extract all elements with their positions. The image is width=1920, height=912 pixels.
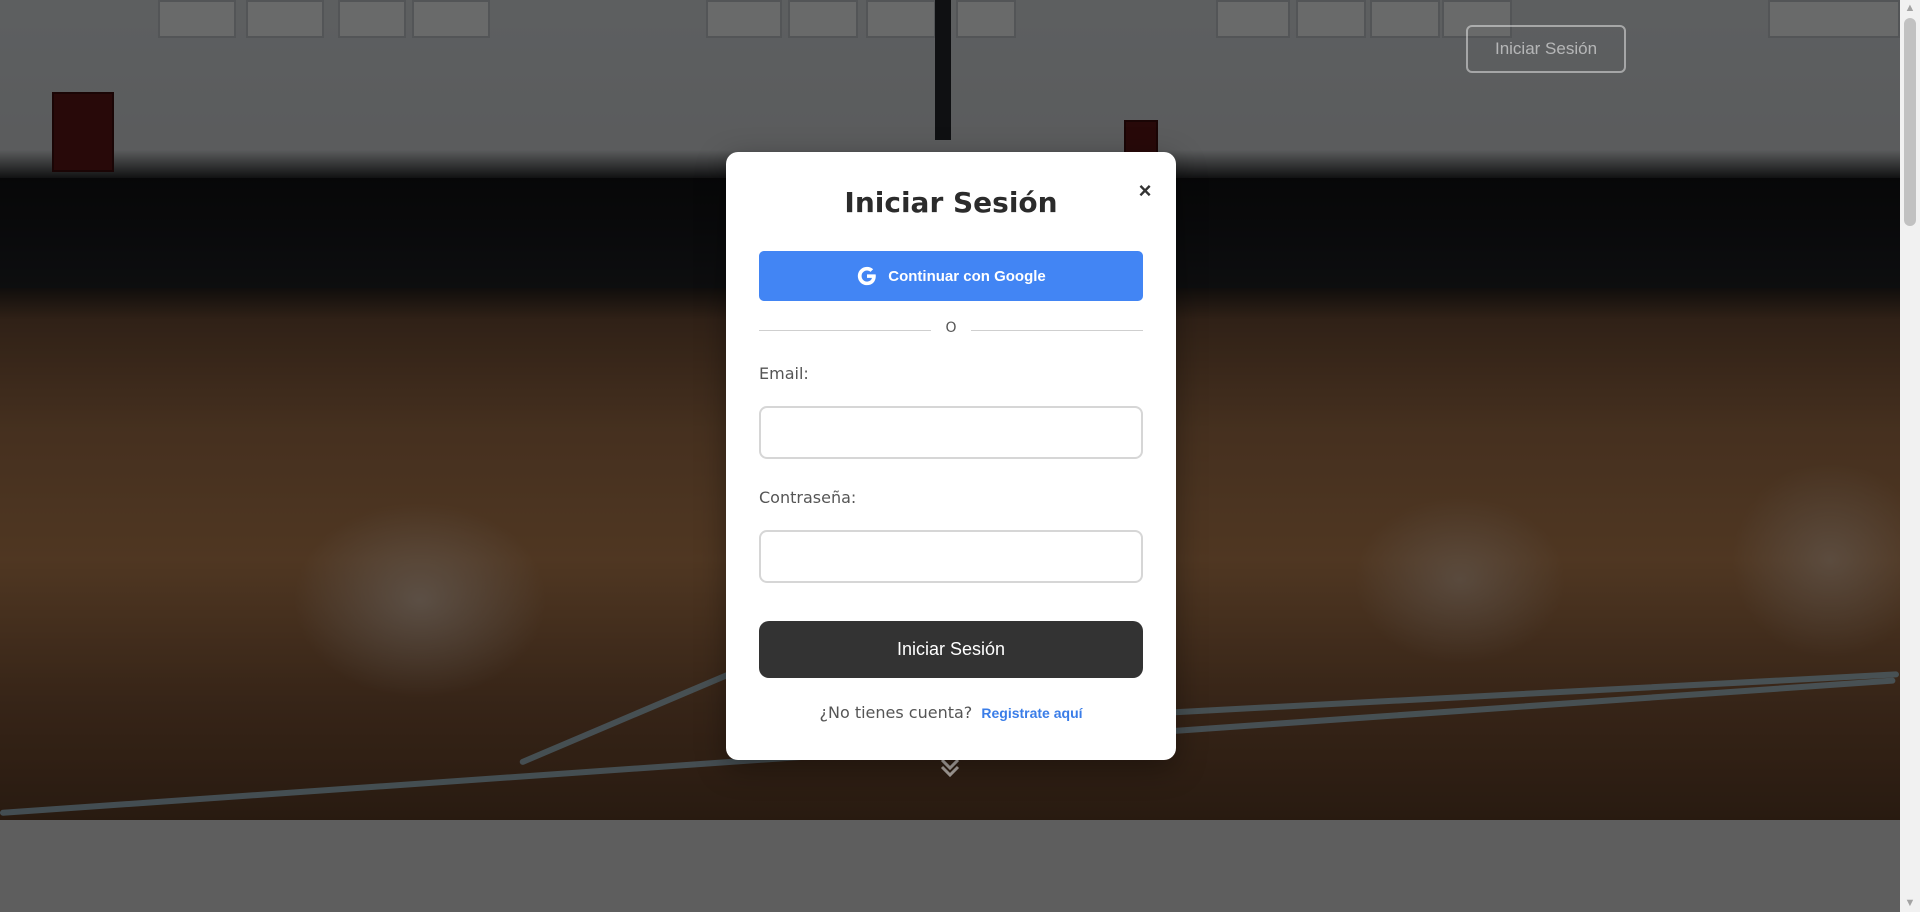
- scrollbar[interactable]: ▲ ▼: [1900, 0, 1920, 912]
- register-link[interactable]: Registrate aquí: [981, 705, 1082, 721]
- google-icon: [856, 265, 878, 287]
- header-login-button[interactable]: Iniciar Sesión: [1466, 25, 1626, 73]
- scrollbar-thumb[interactable]: [1904, 18, 1916, 226]
- divider-line: [971, 330, 1143, 331]
- email-field[interactable]: [759, 406, 1143, 459]
- below-hero-section: [0, 820, 1900, 912]
- register-prompt: ¿No tienes cuenta?: [819, 703, 973, 722]
- divider-line: [759, 330, 931, 331]
- login-modal: Iniciar Sesión × Continuar con Google O …: [726, 152, 1176, 760]
- email-label: Email:: [759, 364, 809, 383]
- password-field[interactable]: [759, 530, 1143, 583]
- google-login-button[interactable]: Continuar con Google: [759, 251, 1143, 301]
- scroll-down-arrow-icon[interactable]: ▼: [1900, 895, 1920, 912]
- scroll-up-arrow-icon[interactable]: ▲: [1900, 0, 1920, 17]
- login-submit-button[interactable]: Iniciar Sesión: [759, 621, 1143, 678]
- modal-title: Iniciar Sesión: [844, 186, 1058, 219]
- page: QU JET Iniciar Sesión ▲ ▼ Iniciar Sesión…: [0, 0, 1920, 912]
- password-label: Contraseña:: [759, 488, 857, 507]
- divider-text: O: [945, 320, 957, 336]
- register-row: ¿No tienes cuenta? Registrate aquí: [726, 703, 1176, 722]
- google-button-label: Continuar con Google: [888, 267, 1046, 285]
- close-icon[interactable]: ×: [1132, 178, 1158, 204]
